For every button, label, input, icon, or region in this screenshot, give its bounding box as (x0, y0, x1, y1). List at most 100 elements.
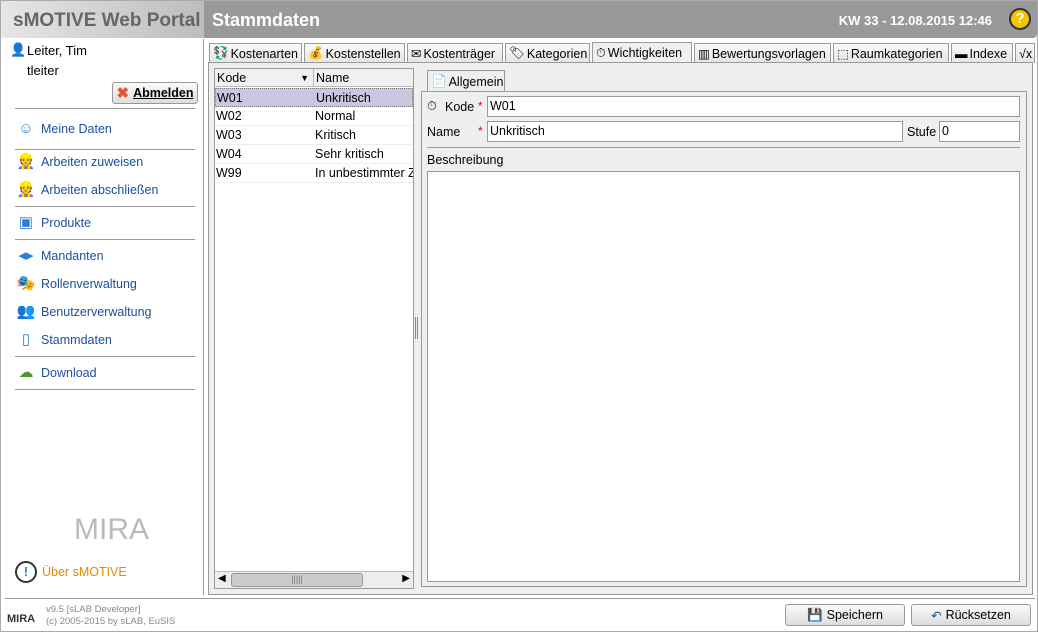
stopwatch-icon: ⏱ (427, 99, 437, 113)
name-input[interactable]: Unkritisch (487, 121, 903, 142)
product-icon: ▣ (18, 214, 34, 231)
sidebar-item-benutzerverwaltung[interactable]: 👥 Benutzerverwaltung (15, 301, 152, 323)
user-login: tleiter (27, 63, 59, 78)
detail-panel: ⏱ Kode * W01 Name * Unkritisch Stufe 0 B… (421, 91, 1027, 587)
name-label: Name (427, 125, 461, 139)
page-title: Stammdaten (212, 10, 321, 30)
required-marker: * (478, 99, 483, 113)
cell-name: Unkritisch (316, 91, 371, 105)
tab-kostenarten[interactable]: 💱 Kostenarten (209, 43, 302, 63)
help-icon[interactable]: ? (1009, 8, 1031, 30)
table-row[interactable]: W04 Sehr kritisch (215, 145, 413, 164)
table-row[interactable]: W01 Unkritisch (215, 88, 413, 107)
sidebar-item-label: Produkte (41, 216, 92, 230)
sidebar-item-mandanten[interactable]: ◂▸ Mandanten (15, 245, 103, 267)
sort-desc-icon: ▼ (300, 73, 309, 83)
table-row[interactable]: W02 Normal (215, 107, 413, 126)
sidebar-item-arbeiten-zuweisen[interactable]: 👷 Arbeiten zuweisen (15, 151, 144, 173)
logout-button[interactable]: ✖ Abmelden (112, 82, 198, 104)
scroll-right-icon[interactable]: ▶ (402, 573, 410, 584)
stufe-input[interactable]: 0 (939, 121, 1020, 142)
sidebar-item-produkte[interactable]: ▣ Produkte (15, 212, 91, 234)
tab-wichtigkeiten[interactable]: ⏱ Wichtigkeiten (592, 42, 692, 63)
tab-allgemein[interactable]: 📄 Allgemein (427, 70, 505, 92)
app-title: sMOTIVE Web Portal (13, 10, 201, 31)
horizontal-scrollbar[interactable]: ◀ ||||| ▶ (215, 571, 413, 588)
kode-input[interactable]: W01 (487, 96, 1020, 117)
cell-kode: W01 (217, 91, 243, 105)
about-label: Über sMOTIVE (42, 565, 127, 579)
column-header-name[interactable]: Name (314, 69, 413, 87)
mira-logo: MIRA (74, 513, 149, 546)
sidebar-item-label: Arbeiten zuweisen (41, 155, 144, 169)
sidebar-item-meine-daten[interactable]: ☺ Meine Daten (15, 118, 112, 140)
copyright-text: (c) 2005-2015 by sLAB, EuSIS (46, 616, 176, 627)
user-name: Leiter, Tim (27, 43, 87, 58)
sidebar-item-download[interactable]: ☁ Download (15, 362, 97, 384)
info-icon: ! (15, 561, 37, 583)
tablet-icon: ▯ (21, 331, 31, 348)
logout-label: Abmelden (133, 86, 194, 100)
importance-list: Kode ▼ Name W01 Unkritisch W02 Normal W03 Kr… (214, 68, 414, 589)
tab-indexe[interactable]: ▬ Indexe (951, 43, 1013, 63)
sidebar-item-label: Arbeiten abschließen (41, 183, 159, 197)
divider (15, 108, 195, 109)
close-icon: ✖ (116, 85, 130, 102)
splitter-handle[interactable] (415, 317, 418, 339)
users-icon: 👥 (16, 303, 36, 320)
tab-label: Raumkategorien (850, 46, 943, 61)
table-row[interactable]: W03 Kritisch (215, 126, 413, 145)
tenant-icon: ◂▸ (18, 247, 34, 264)
cell-name: Normal (315, 109, 356, 123)
tab-kostenstellen[interactable]: 💰 Kostenstellen (304, 43, 405, 63)
scroll-left-icon[interactable]: ◀ (218, 573, 226, 584)
cell-name: Kritisch (315, 128, 356, 142)
footer-divider (5, 598, 1035, 599)
worker-done-icon: 👷 (16, 181, 36, 198)
tab-label: Kostenstellen (325, 46, 401, 61)
tab-kategorien[interactable]: 🏷 Kategorien (505, 43, 590, 63)
tab-label: Indexe (969, 46, 1008, 61)
tab-raumkategorien[interactable]: ⬚ Raumkategorien (833, 43, 949, 63)
bar-chart-icon: ▥ (698, 47, 710, 61)
scrollbar-thumb[interactable]: ||||| (231, 573, 363, 587)
divider (427, 147, 1020, 148)
sidebar-item-label: Meine Daten (41, 122, 112, 136)
save-label: Speichern (826, 608, 883, 622)
reset-button[interactable]: ↶ Rücksetzen (911, 604, 1031, 626)
sidebar-item-rollenverwaltung[interactable]: 🎭 Rollenverwaltung (15, 273, 137, 295)
tab-label: Bewertungsvorlagen (711, 46, 826, 61)
sidebar-item-stammdaten[interactable]: ▯ Stammdaten (15, 329, 112, 351)
column-header-kode[interactable]: Kode ▼ (215, 69, 314, 87)
tab-label: Allgemein (448, 74, 504, 89)
tag-icon: 🏷 (509, 46, 525, 60)
undo-icon: ↶ (931, 608, 942, 623)
stopwatch-icon: ⏱ (596, 45, 606, 60)
tab-kostentraeger[interactable]: ✉ Kostenträger (407, 43, 503, 63)
column-label: Kode (217, 71, 247, 85)
floppy-icon: 💾 (807, 607, 823, 622)
sidebar-item-arbeiten-abschliessen[interactable]: 👷 Arbeiten abschließen (15, 179, 159, 201)
divider (15, 149, 195, 150)
beschreibung-label: Beschreibung (427, 153, 504, 167)
roles-icon: 🎭 (16, 275, 36, 292)
column-label: Name (316, 71, 350, 85)
footer-mira-logo: MIRA (7, 613, 36, 625)
tab-formulas[interactable]: √x (1015, 43, 1035, 63)
save-button[interactable]: 💾 Speichern (785, 604, 905, 626)
tab-bewertungsvorlagen[interactable]: ▥ Bewertungsvorlagen (694, 43, 831, 63)
cell-name: Sehr kritisch (315, 147, 384, 161)
user-card-icon: ☺ (18, 120, 34, 137)
cloud-download-icon: ☁ (18, 364, 34, 381)
tab-label: Kostenarten (230, 46, 298, 61)
cell-kode: W02 (216, 109, 242, 123)
table-row[interactable]: W99 In unbestimmter Zeit (215, 164, 413, 183)
beschreibung-textarea[interactable] (427, 171, 1020, 582)
about-link[interactable]: ! Über sMOTIVE (15, 561, 127, 583)
sidebar-item-label: Download (41, 366, 97, 380)
divider (15, 239, 195, 240)
kode-label: Kode (445, 100, 475, 114)
cell-name: In unbestimmter Zeit (315, 166, 413, 180)
tab-label: Wichtigkeiten (607, 46, 683, 60)
divider (15, 356, 195, 357)
